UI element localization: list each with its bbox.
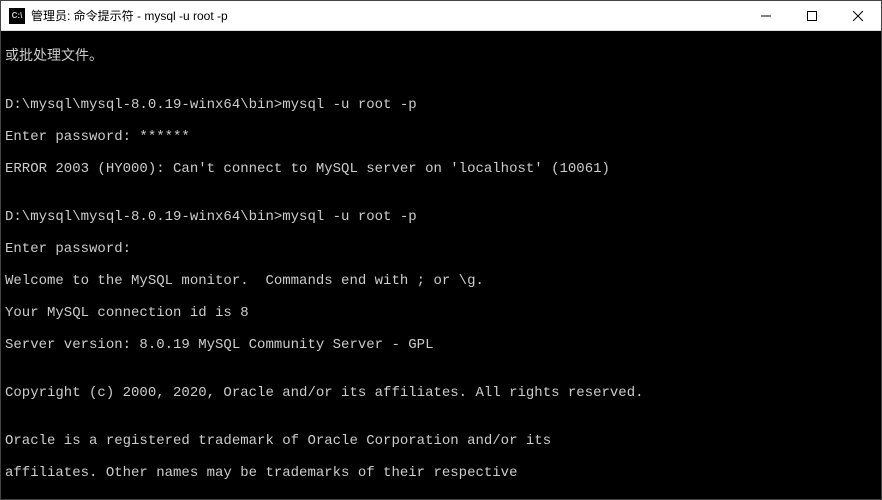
term-line: Enter password: ****** [5,129,877,145]
term-line: Copyright (c) 2000, 2020, Oracle and/or … [5,385,877,401]
term-line: D:\mysql\mysql-8.0.19-winx64\bin>mysql -… [5,97,877,113]
minimize-button[interactable] [743,1,789,30]
window-title: 管理员: 命令提示符 - mysql -u root -p [31,7,743,24]
term-line: Your MySQL connection id is 8 [5,305,877,321]
term-line: ERROR 2003 (HY000): Can't connect to MyS… [5,161,877,177]
term-line: D:\mysql\mysql-8.0.19-winx64\bin>mysql -… [5,209,877,225]
window-titlebar: C:\ 管理员: 命令提示符 - mysql -u root -p [1,1,881,31]
maximize-button[interactable] [789,1,835,30]
term-line: Welcome to the MySQL monitor. Commands e… [5,273,877,289]
term-line: Server version: 8.0.19 MySQL Community S… [5,337,877,353]
term-line: owners. [5,497,877,499]
term-line: Oracle is a registered trademark of Orac… [5,433,877,449]
window-controls [743,1,881,30]
terminal-output[interactable]: 或批处理文件。 D:\mysql\mysql-8.0.19-winx64\bin… [1,31,881,499]
term-line: Enter password: [5,241,877,257]
cmd-icon: C:\ [9,8,25,24]
term-line: affiliates. Other names may be trademark… [5,465,877,481]
close-button[interactable] [835,1,881,30]
term-line: 或批处理文件。 [5,49,877,65]
